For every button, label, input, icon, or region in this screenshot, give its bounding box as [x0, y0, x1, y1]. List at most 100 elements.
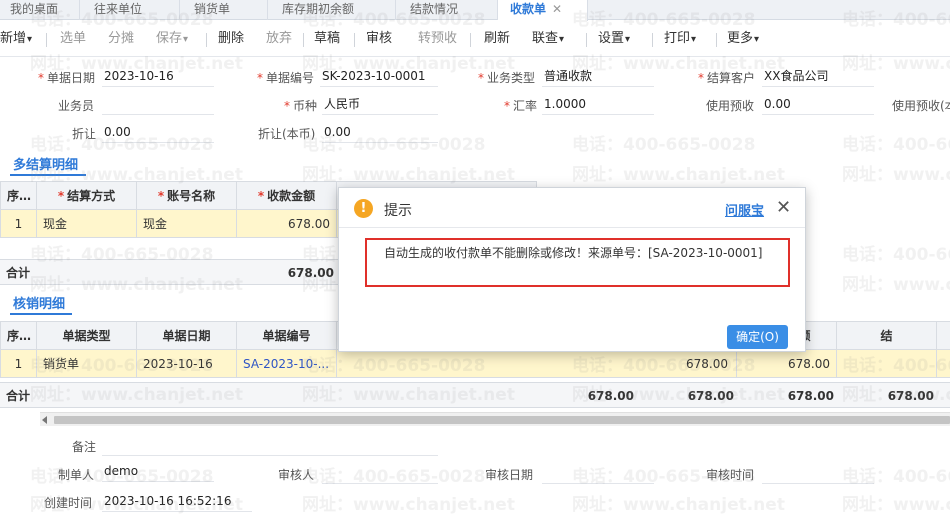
delete-button[interactable]: 删除	[218, 21, 244, 57]
watermark-url: 网址：www.chanjet.net	[842, 495, 950, 515]
cell: 1	[0, 349, 37, 378]
discount-local-field[interactable]: 0.00	[322, 121, 438, 143]
warning-icon: !	[354, 199, 373, 218]
chevron-down-icon: ▾	[625, 34, 631, 45]
dialog-header: ! 提示 问服宝 ✕	[339, 188, 805, 228]
tab-label: 我的桌面	[10, 2, 59, 16]
settings-button[interactable]: 设置▾	[598, 21, 630, 57]
table-row[interactable]: 1 销货单 2023-10-16 SA-2023-10-... 678.00 6…	[0, 349, 950, 378]
tab-label: 结款情况	[410, 2, 459, 16]
total-label: 合计	[6, 389, 31, 403]
tab-desktop[interactable]: 我的桌面	[0, 0, 80, 20]
toolbar: 新增▾ 选单 分摊 保存▾ 删除 放弃 草稿 审核 转预收 刷新 联查▾ 设置▾…	[0, 21, 950, 57]
draft-button[interactable]: 草稿	[314, 21, 340, 57]
select-doc-button[interactable]: 选单	[60, 21, 86, 57]
salesman-label: 业务员	[58, 99, 95, 113]
settlement-detail-title: 多结算明细	[13, 158, 79, 173]
to-prepay-button[interactable]: 转预收	[418, 21, 457, 57]
use-prepay-label: 使用预收	[706, 99, 755, 113]
date-field[interactable]: 2023-10-16	[102, 65, 214, 87]
linked-query-button[interactable]: 联查▾	[532, 21, 564, 57]
col-header: 单据日期	[136, 321, 237, 350]
tab-close-icon[interactable]: ✕	[552, 2, 562, 16]
tab-label: 销货单	[194, 2, 231, 16]
tab-settlement-status[interactable]: 结款情况	[396, 0, 498, 20]
watermark-phone: 电话：400-665-0028	[842, 245, 950, 265]
dialog-title: 提示	[384, 203, 412, 219]
total-value: 678.00	[287, 266, 334, 280]
col-header: * 结算方式	[36, 181, 137, 210]
remark-label: 备注	[72, 440, 97, 454]
scrollbar-thumb[interactable]	[54, 416, 950, 424]
maker-field: demo	[102, 460, 214, 482]
discount-field[interactable]: 0.00	[102, 121, 214, 143]
watermark-url: 网址：www.chanjet.net	[842, 165, 950, 185]
col-header: 结	[836, 321, 937, 350]
use-prepay-local-label: 使用预收(本	[892, 99, 950, 113]
verification-detail-title: 核销明细	[13, 297, 66, 312]
date-label: * 单据日期	[38, 71, 96, 85]
doc-number-link[interactable]: SA-2023-10-...	[236, 349, 337, 378]
save-button[interactable]: 保存▾	[156, 21, 188, 57]
allocate-button[interactable]: 分摊	[108, 21, 134, 57]
audit-time-label: 审核时间	[706, 468, 755, 482]
cell: 678.00	[336, 349, 737, 378]
scroll-left-arrow-icon[interactable]	[42, 416, 47, 424]
watermark-phone: 电话：400-665-0028	[842, 135, 950, 155]
chevron-down-icon: ▾	[754, 34, 760, 45]
tab-sales-order[interactable]: 销货单	[180, 0, 268, 20]
currency-label: * 币种	[284, 99, 318, 113]
biz-type-field[interactable]: 普通收款	[542, 65, 654, 87]
chevron-down-icon: ▾	[27, 34, 33, 45]
currency-field[interactable]: 人民币	[322, 93, 438, 115]
toolbar-divider	[652, 33, 653, 47]
horizontal-scrollbar[interactable]	[40, 412, 950, 426]
refresh-button[interactable]: 刷新	[484, 21, 510, 57]
rate-field[interactable]: 1.0000	[542, 93, 654, 115]
doc-number-field[interactable]: SK-2023-10-0001	[320, 65, 438, 87]
cell[interactable]: 678.00	[736, 349, 837, 378]
verification-total-row: 合计 678.00 678.00 678.00 678.00	[0, 382, 950, 408]
help-link[interactable]: 问服宝	[725, 200, 764, 219]
more-button[interactable]: 更多▾	[727, 21, 759, 57]
customer-field[interactable]: XX食品公司	[762, 65, 874, 87]
alert-dialog: ! 提示 问服宝 ✕ 自动生成的收付款单不能删除或修改！来源单号：[SA-202…	[338, 187, 806, 352]
discard-button[interactable]: 放弃	[266, 21, 292, 57]
salesman-field[interactable]	[102, 93, 214, 115]
print-button[interactable]: 打印▾	[664, 21, 696, 57]
tab-bar: 我的桌面 往来单位 销货单 库存期初余额 结款情况 收款单 ✕	[0, 0, 950, 21]
cell: 1	[0, 209, 37, 238]
col-header: * 收款金额	[236, 181, 337, 210]
created-field: 2023-10-16 16:52:16	[102, 490, 252, 512]
tab-partners[interactable]: 往来单位	[80, 0, 180, 20]
tab-inventory-opening[interactable]: 库存期初余额	[268, 0, 396, 20]
watermark-url: 网址：www.chanjet.net	[302, 495, 515, 515]
audit-date-label: 审核日期	[485, 468, 534, 482]
use-prepay-field[interactable]: 0.00	[762, 93, 874, 115]
toolbar-divider	[206, 33, 207, 47]
col-header	[936, 321, 950, 350]
cell: 销货单	[36, 349, 137, 378]
col-header: 单据编号	[236, 321, 337, 350]
ok-button[interactable]: 确定(O)	[727, 325, 788, 349]
close-icon[interactable]: ✕	[776, 197, 791, 218]
cell[interactable]: 现金	[36, 209, 137, 238]
watermark-url: 网址：www.chanjet.net	[572, 165, 785, 185]
cell[interactable]: 现金	[136, 209, 237, 238]
total-value: 678.00	[587, 389, 634, 403]
col-header: 序号	[0, 321, 37, 350]
audit-date-field	[542, 462, 654, 484]
toolbar-divider	[354, 33, 355, 47]
remark-field[interactable]	[102, 434, 438, 456]
watermark-url: 网址：www.chanjet.net	[842, 275, 950, 295]
chevron-down-icon: ▾	[559, 34, 565, 45]
biz-type-label: * 业务类型	[478, 71, 536, 85]
rate-label: * 汇率	[504, 99, 538, 113]
toolbar-divider	[586, 33, 587, 47]
cell[interactable]: 678.00	[236, 209, 337, 238]
new-button[interactable]: 新增▾	[0, 21, 32, 57]
tab-receipt[interactable]: 收款单 ✕	[498, 0, 588, 21]
audit-button[interactable]: 审核	[366, 21, 392, 57]
discount-label: 折让	[72, 127, 97, 141]
cell: 2023-10-16	[136, 349, 237, 378]
